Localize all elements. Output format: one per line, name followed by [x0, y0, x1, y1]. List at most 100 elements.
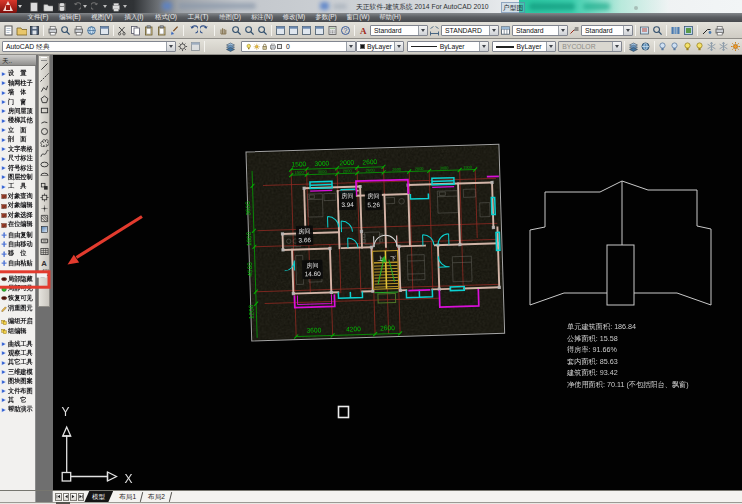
sidebar-item-房间屋顶[interactable]: 房间屋顶 — [0, 107, 36, 116]
insert-field-icon[interactable] — [638, 24, 651, 37]
sidebar-item-观察工具[interactable]: 观察工具 — [0, 349, 36, 358]
sidebar-item-自由粘贴[interactable]: 自由粘贴 — [0, 259, 36, 268]
zoom-window-icon[interactable] — [243, 24, 256, 37]
mleader-style-icon[interactable] — [568, 24, 581, 37]
layer-manager-icon[interactable] — [224, 40, 237, 53]
open-icon[interactable] — [42, 1, 53, 12]
sidebar-item-文件布图[interactable]: 文件布图 — [0, 386, 36, 395]
bulb-hand-icon[interactable] — [693, 40, 705, 53]
ellipse-arc-icon[interactable] — [39, 170, 49, 181]
prev-tab-icon[interactable] — [63, 493, 70, 502]
table-icon[interactable] — [39, 246, 49, 257]
polyline-icon[interactable] — [39, 83, 49, 94]
plot-preview-icon[interactable] — [59, 24, 72, 37]
first-tab-icon[interactable] — [55, 493, 62, 502]
sidebar-item-剖面[interactable]: 剖 面 — [0, 135, 36, 144]
sidebar-item-其它[interactable]: 其 它 — [0, 396, 36, 405]
cut-icon[interactable] — [116, 24, 129, 37]
sidebar-item-对象查询[interactable]: 对象查询 — [0, 192, 36, 201]
preview-icon[interactable] — [651, 24, 664, 37]
sidebar-item-移位[interactable]: 移 位 — [0, 249, 36, 258]
publish-icon[interactable] — [72, 24, 85, 37]
workspace-gear-icon[interactable] — [176, 40, 189, 53]
autocad-logo-icon[interactable] — [0, 0, 17, 13]
mleader-style-combo[interactable]: Standard — [581, 25, 633, 36]
plot2-icon[interactable] — [713, 24, 726, 37]
bulb-page-icon[interactable] — [669, 40, 681, 53]
menu-10[interactable]: 参数(P) — [310, 13, 342, 22]
logo-caret-icon[interactable] — [18, 5, 22, 8]
bulb-yellow-icon[interactable] — [681, 40, 693, 53]
sidebar-item-编组开启[interactable]: 编组开启 — [0, 317, 36, 326]
sidebar-item-自由复制[interactable]: 自由复制 — [0, 230, 36, 239]
tarch-sphere-icon[interactable] — [640, 40, 652, 53]
construction-line-icon[interactable] — [39, 72, 49, 83]
line-icon[interactable] — [39, 61, 49, 72]
linetype-combo[interactable]: ByLayer — [407, 41, 489, 52]
polygon-icon[interactable] — [39, 94, 49, 105]
3ddwf-icon[interactable] — [85, 24, 98, 37]
text-style-icon[interactable] — [357, 24, 370, 37]
arc-icon[interactable] — [39, 115, 49, 126]
table-style-combo[interactable]: Standard — [512, 25, 568, 36]
menu-3[interactable]: 视图(V) — [86, 13, 118, 22]
menu-6[interactable]: 工具(T) — [182, 13, 214, 22]
new-file-icon[interactable] — [2, 24, 15, 37]
insert-block-icon[interactable] — [39, 181, 49, 192]
undo-icon[interactable] — [70, 1, 81, 12]
viewport-icon[interactable] — [682, 24, 695, 37]
sidebar-item-曲线工具[interactable]: 曲线工具 — [0, 339, 36, 348]
open-icon[interactable] — [15, 24, 28, 37]
plotstyle-combo[interactable]: BYCOLOR — [558, 41, 622, 52]
menu-2[interactable]: 编辑(E) — [54, 13, 86, 22]
sidebar-item-自由移动[interactable]: 自由移动 — [0, 240, 36, 249]
new-file-icon[interactable] — [28, 1, 39, 12]
circle-icon[interactable] — [39, 126, 49, 137]
dim-style-combo[interactable]: STANDARD — [441, 25, 499, 36]
sidebar-item-消重图元[interactable]: 消重图元 — [0, 304, 36, 313]
sidebar-item-工具[interactable]: 工 具 — [0, 182, 36, 191]
scale-icon[interactable] — [39, 268, 49, 279]
sidebar-item-对象编辑[interactable]: 对象编辑 — [0, 201, 36, 210]
tool-palettes-icon[interactable] — [300, 24, 313, 37]
gradient-icon[interactable] — [39, 224, 49, 235]
sun-icon[interactable] — [253, 42, 261, 51]
bulb-blue-icon[interactable] — [657, 40, 669, 53]
menu-8[interactable]: 标注(N) — [246, 13, 278, 22]
ellipse-icon[interactable] — [39, 159, 49, 170]
next-tab-icon[interactable] — [70, 493, 77, 502]
make-block-icon[interactable] — [39, 192, 49, 203]
sidebar-item-立面[interactable]: 立 面 — [0, 126, 36, 135]
palette-header[interactable]: 天.. — [0, 55, 36, 66]
designcenter-icon[interactable] — [287, 24, 300, 37]
drawing-canvas[interactable] — [53, 55, 742, 490]
sidebar-item-恢复可见[interactable]: 恢复可见 — [0, 293, 36, 302]
sidebar-item-局部可见[interactable]: 局部可见 — [0, 284, 36, 293]
menu-12[interactable]: 帮助(H) — [374, 13, 406, 22]
save-icon[interactable] — [28, 24, 41, 37]
zoom-previous-icon[interactable] — [256, 24, 269, 37]
bulb-on-icon[interactable] — [245, 42, 253, 51]
color-combo[interactable]: ByLayer — [356, 41, 404, 52]
sun-orange-icon[interactable] — [730, 40, 742, 53]
copy-icon[interactable] — [129, 24, 142, 37]
text-style-combo[interactable]: Standard — [370, 25, 428, 36]
sidebar-item-组编辑[interactable]: 组编辑 — [0, 327, 36, 336]
paste-special-icon[interactable] — [155, 24, 168, 37]
workspace-combo[interactable]: AutoCAD 经典 — [2, 41, 176, 52]
sidebar-item-局部隐藏[interactable]: 局部隐藏 — [0, 275, 36, 284]
plot-icon-caret[interactable] — [123, 5, 127, 8]
match-properties-icon[interactable] — [168, 24, 181, 37]
sidebar-item-符号标注[interactable]: 符号标注 — [0, 163, 36, 172]
point-icon[interactable] — [39, 203, 49, 214]
zoom-realtime-icon[interactable] — [230, 24, 243, 37]
sidebar-item-图层控制[interactable]: 图层控制 — [0, 173, 36, 182]
mtext-icon[interactable] — [39, 257, 49, 268]
menu-7[interactable]: 绘图(D) — [214, 13, 246, 22]
sidebar-item-在位编辑[interactable]: 在位编辑 — [0, 220, 36, 229]
lock-open-icon[interactable] — [261, 42, 269, 51]
printer-small-icon[interactable] — [269, 42, 277, 51]
table-style-icon[interactable] — [499, 24, 512, 37]
sidebar-item-三维建模[interactable]: 三维建模 — [0, 368, 36, 377]
rectangle-icon[interactable] — [39, 105, 49, 116]
